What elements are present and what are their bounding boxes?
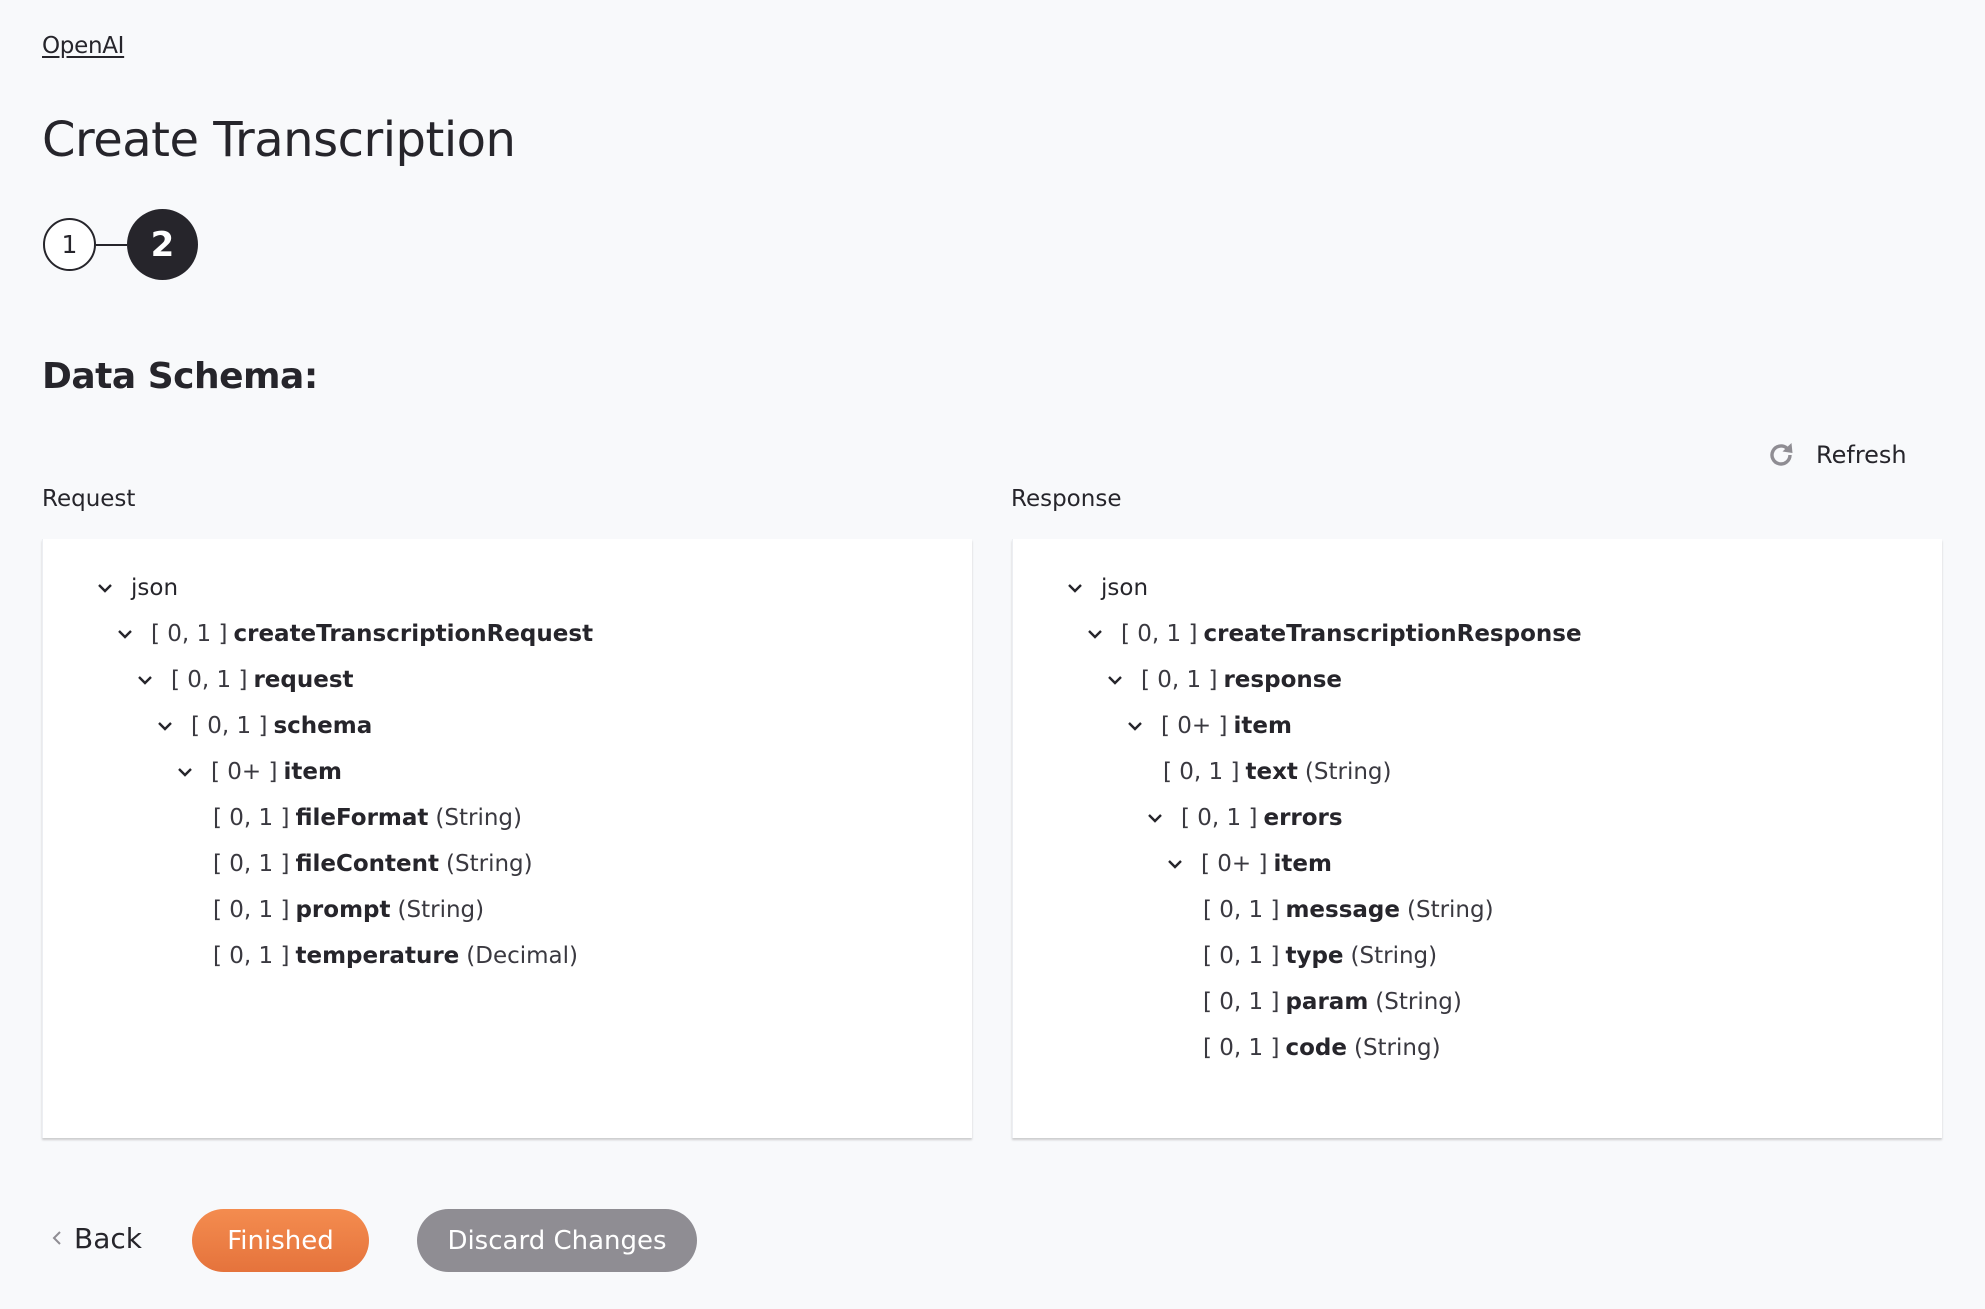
chevron-down-icon[interactable] <box>1105 670 1125 690</box>
breadcrumb-openai[interactable]: OpenAI <box>42 33 124 59</box>
tree-node[interactable]: [ 0, 1 ] request <box>43 657 972 703</box>
tree-node[interactable]: [ 0+ ] item <box>1013 703 1942 749</box>
tree-leaf[interactable]: [ 0, 1 ] param (String) <box>1013 979 1942 1025</box>
node-cardinality: [ 0, 1 ] <box>151 621 228 647</box>
finished-button[interactable]: Finished <box>192 1209 369 1272</box>
node-cardinality: [ 0, 1 ] <box>1141 667 1218 693</box>
chevron-down-icon[interactable] <box>1125 716 1145 736</box>
step-connector <box>96 244 127 246</box>
node-cardinality: [ 0, 1 ] <box>1203 897 1280 923</box>
node-type: (String) <box>1375 989 1462 1015</box>
request-schema-panel: json[ 0, 1 ] createTranscriptionRequest[ … <box>42 539 972 1138</box>
tree-node[interactable]: json <box>43 565 972 611</box>
chevron-down-icon[interactable] <box>1165 854 1185 874</box>
refresh-icon <box>1766 440 1796 470</box>
node-name: temperature <box>295 943 460 969</box>
tree-leaf[interactable]: [ 0, 1 ] fileContent (String) <box>43 841 972 887</box>
chevron-down-icon[interactable] <box>1065 578 1085 598</box>
chevron-down-icon[interactable] <box>95 578 115 598</box>
node-name: item <box>1233 713 1292 739</box>
section-title: Data Schema: <box>42 356 318 397</box>
node-name: json <box>1101 575 1149 601</box>
tree-node[interactable]: [ 0, 1 ] errors <box>1013 795 1942 841</box>
node-cardinality: [ 0, 1 ] <box>1163 759 1240 785</box>
node-name: response <box>1223 667 1343 693</box>
node-cardinality: [ 0, 1 ] <box>1203 989 1280 1015</box>
request-label: Request <box>42 486 136 512</box>
node-name: item <box>1273 851 1332 877</box>
page-title: Create Transcription <box>42 112 516 168</box>
tree-node[interactable]: [ 0+ ] item <box>43 749 972 795</box>
step-1[interactable]: 1 <box>43 218 96 271</box>
tree-node[interactable]: [ 0, 1 ] response <box>1013 657 1942 703</box>
chevron-down-icon[interactable] <box>1145 808 1165 828</box>
node-cardinality: [ 0+ ] <box>211 759 278 785</box>
node-cardinality: [ 0, 1 ] <box>1181 805 1258 831</box>
node-name: json <box>131 575 179 601</box>
node-name: createTranscriptionResponse <box>1203 621 1582 647</box>
node-type: (String) <box>1304 759 1392 785</box>
node-cardinality: [ 0, 1 ] <box>191 713 268 739</box>
tree-leaf[interactable]: [ 0, 1 ] text (String) <box>1013 749 1942 795</box>
stepper: 1 2 <box>43 209 203 280</box>
tree-leaf[interactable]: [ 0, 1 ] fileFormat (String) <box>43 795 972 841</box>
node-type: (String) <box>446 851 533 877</box>
node-type: (String) <box>1353 1035 1441 1061</box>
node-cardinality: [ 0, 1 ] <box>1203 943 1280 969</box>
node-name: createTranscriptionRequest <box>233 621 594 647</box>
node-name: prompt <box>295 897 391 923</box>
node-name: errors <box>1263 805 1343 831</box>
step-2-current[interactable]: 2 <box>127 209 198 280</box>
tree-leaf[interactable]: [ 0, 1 ] message (String) <box>1013 887 1942 933</box>
node-name: param <box>1285 989 1369 1015</box>
node-type: (Decimal) <box>466 943 578 969</box>
node-cardinality: [ 0, 1 ] <box>1121 621 1198 647</box>
refresh-label: Refresh <box>1816 441 1907 469</box>
node-cardinality: [ 0, 1 ] <box>213 805 290 831</box>
chevron-down-icon[interactable] <box>135 670 155 690</box>
tree-node[interactable]: json <box>1013 565 1942 611</box>
chevron-down-icon[interactable] <box>1085 624 1105 644</box>
node-name: fileContent <box>295 851 440 877</box>
tree-leaf[interactable]: [ 0, 1 ] code (String) <box>1013 1025 1942 1071</box>
node-type: (String) <box>397 897 485 923</box>
refresh-button[interactable]: Refresh <box>1766 437 1907 473</box>
tree-node[interactable]: [ 0, 1 ] createTranscriptionRequest <box>43 611 972 657</box>
node-name: fileFormat <box>295 805 429 831</box>
node-type: (String) <box>1407 897 1494 923</box>
node-cardinality: [ 0, 1 ] <box>1203 1035 1280 1061</box>
node-cardinality: [ 0+ ] <box>1161 713 1228 739</box>
tree-node[interactable]: [ 0, 1 ] createTranscriptionResponse <box>1013 611 1942 657</box>
tree-node[interactable]: [ 0, 1 ] schema <box>43 703 972 749</box>
node-cardinality: [ 0, 1 ] <box>213 897 290 923</box>
tree-leaf[interactable]: [ 0, 1 ] type (String) <box>1013 933 1942 979</box>
back-button[interactable]: Back <box>52 1218 142 1258</box>
tree-node[interactable]: [ 0+ ] item <box>1013 841 1942 887</box>
tree-leaf[interactable]: [ 0, 1 ] temperature (Decimal) <box>43 933 972 979</box>
chevron-left-icon <box>52 1230 62 1246</box>
response-label: Response <box>1011 486 1122 512</box>
response-schema-panel: json[ 0, 1 ] createTranscriptionResponse[… <box>1012 539 1942 1138</box>
node-type: (String) <box>1350 943 1438 969</box>
node-cardinality: [ 0, 1 ] <box>171 667 248 693</box>
request-schema-tree: json[ 0, 1 ] createTranscriptionRequest[ … <box>43 565 972 979</box>
node-cardinality: [ 0, 1 ] <box>213 943 290 969</box>
node-name: text <box>1245 759 1298 785</box>
chevron-down-icon[interactable] <box>115 624 135 644</box>
node-type: (String) <box>435 805 522 831</box>
back-label: Back <box>74 1221 142 1255</box>
response-schema-tree: json[ 0, 1 ] createTranscriptionResponse[… <box>1013 565 1942 1071</box>
node-name: type <box>1285 943 1344 969</box>
node-name: message <box>1285 897 1400 923</box>
tree-leaf[interactable]: [ 0, 1 ] prompt (String) <box>43 887 972 933</box>
node-name: code <box>1285 1035 1347 1061</box>
node-name: request <box>253 667 354 693</box>
node-name: schema <box>273 713 373 739</box>
chevron-down-icon[interactable] <box>175 762 195 782</box>
node-name: item <box>283 759 342 785</box>
discard-changes-button[interactable]: Discard Changes <box>417 1209 697 1272</box>
node-cardinality: [ 0, 1 ] <box>213 851 290 877</box>
node-cardinality: [ 0+ ] <box>1201 851 1268 877</box>
chevron-down-icon[interactable] <box>155 716 175 736</box>
